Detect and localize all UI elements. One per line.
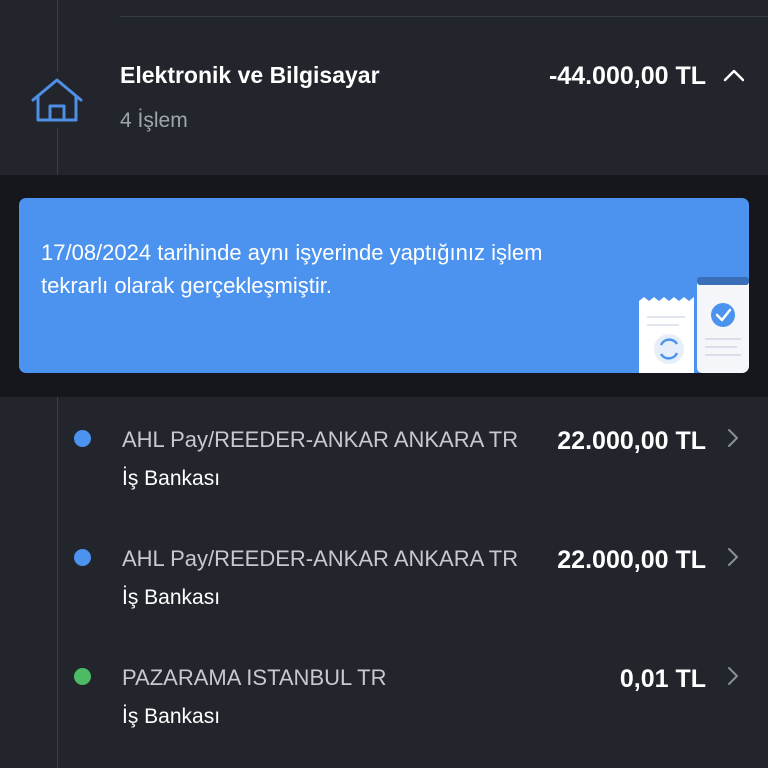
transaction-row[interactable]: PAZARAMA ISTANBUL TR İş Bankası 0,01 TL — [0, 658, 768, 738]
status-dot — [74, 549, 91, 566]
divider — [120, 16, 768, 17]
category-transaction-count: 4 İşlem — [120, 109, 188, 132]
transaction-merchant: PAZARAMA ISTANBUL TR — [122, 665, 387, 690]
category-title: Elektronik ve Bilgisayar — [120, 62, 380, 88]
transaction-amount: 22.000,00 TL — [557, 546, 706, 574]
transaction-bank: İş Bankası — [122, 705, 221, 728]
duplicate-receipt-illustration — [639, 277, 749, 373]
banner-message: 17/08/2024 tarihinde aynı işyerinde yapt… — [41, 240, 543, 298]
transaction-amount: 0,01 TL — [619, 665, 706, 693]
transaction-row[interactable]: AHL Pay/REEDER-ANKAR ANKARA TR İş Bankas… — [0, 539, 768, 619]
duplicate-transaction-banner: 17/08/2024 tarihinde aynı işyerinde yapt… — [19, 198, 749, 373]
transaction-row[interactable]: AHL Pay/REEDER-ANKAR ANKARA TR İş Bankas… — [0, 420, 768, 500]
chevron-up-icon[interactable] — [722, 64, 746, 88]
status-dot — [74, 668, 91, 685]
chevron-right-icon[interactable] — [724, 664, 742, 688]
transaction-bank: İş Bankası — [122, 586, 221, 609]
transaction-merchant: AHL Pay/REEDER-ANKAR ANKARA TR — [122, 427, 519, 452]
category-total-amount: -44.000,00 TL — [548, 62, 706, 90]
transaction-amount: 22.000,00 TL — [557, 427, 706, 455]
transaction-merchant: AHL Pay/REEDER-ANKAR ANKARA TR — [122, 546, 519, 571]
transaction-bank: İş Bankası — [122, 467, 221, 490]
chevron-right-icon[interactable] — [724, 545, 742, 569]
home-icon — [26, 72, 88, 128]
chevron-right-icon[interactable] — [724, 426, 742, 450]
status-dot — [74, 430, 91, 447]
